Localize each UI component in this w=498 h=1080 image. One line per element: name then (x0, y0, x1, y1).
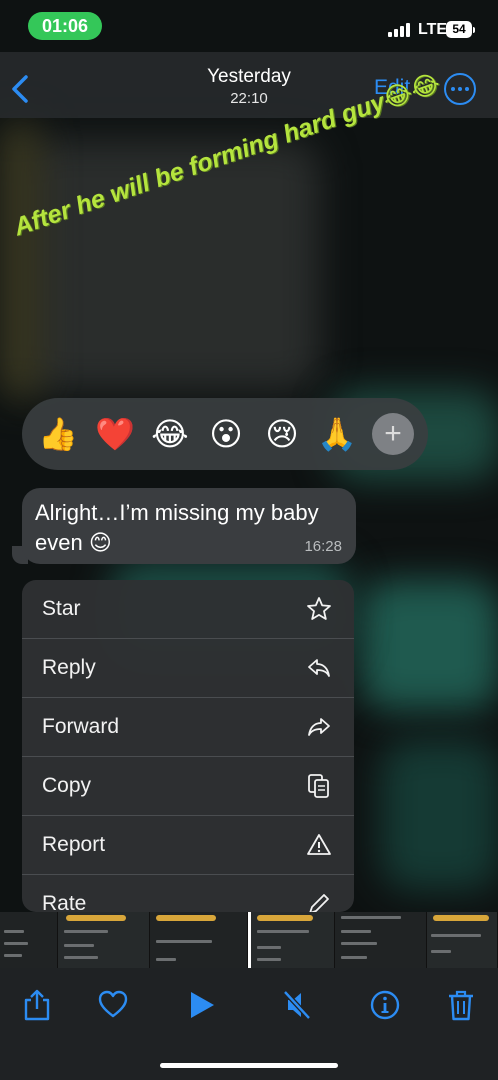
heart-icon[interactable] (97, 988, 129, 1022)
menu-item-reply[interactable]: Reply (22, 639, 354, 698)
signal-icon (388, 23, 412, 37)
menu-item-forward[interactable]: Forward (22, 698, 354, 757)
media-thumbnail[interactable] (335, 912, 427, 968)
reply-icon (308, 659, 330, 677)
menu-item-label: Rate (42, 892, 87, 912)
menu-item-label: Star (42, 597, 81, 620)
media-thumbnail[interactable] (150, 912, 248, 968)
context-menu: Star Reply Forward Copy Report Rate (22, 580, 354, 912)
status-time: 01:06 (28, 12, 102, 40)
reaction-thumbs-up[interactable]: 👍 (38, 415, 78, 453)
media-thumbnail[interactable] (0, 912, 58, 968)
share-icon[interactable] (21, 988, 53, 1022)
menu-item-star[interactable]: Star (22, 580, 354, 639)
warning-triangle-icon (307, 834, 331, 855)
reaction-laugh[interactable]: 😂 (150, 415, 190, 453)
add-reaction-button[interactable]: + (372, 413, 414, 455)
battery-icon: 54 (446, 21, 475, 38)
media-thumbnail[interactable] (427, 912, 498, 968)
network-type: LTE (418, 21, 448, 38)
menu-item-label: Copy (42, 774, 92, 797)
star-icon (307, 597, 331, 620)
message-bubble[interactable]: Alright…I’m missing my baby even 😊 16:28 (22, 488, 356, 564)
menu-item-label: Report (42, 833, 106, 856)
message-time: 16:28 (304, 538, 342, 555)
menu-item-label: Reply (42, 656, 96, 679)
trash-icon[interactable] (445, 988, 477, 1022)
reaction-heart[interactable]: ❤️ (95, 415, 135, 453)
mute-icon[interactable] (281, 988, 313, 1022)
reaction-bar: 👍 ❤️ 😂 😮 😢 🙏 + (22, 398, 428, 470)
reaction-sad[interactable]: 😢 (262, 415, 302, 453)
strip-position-marker (248, 912, 251, 968)
menu-item-label: Forward (42, 715, 120, 738)
media-thumbnail[interactable] (58, 912, 150, 968)
home-indicator (160, 1063, 338, 1068)
copy-icon (308, 774, 329, 798)
media-thumbnail[interactable] (251, 912, 335, 968)
menu-item-copy[interactable]: Copy (22, 757, 354, 816)
status-bar: 01:06 LTE 54 (0, 0, 498, 52)
play-icon[interactable] (186, 988, 218, 1022)
reaction-surprised[interactable]: 😮 (206, 415, 246, 453)
forward-icon (308, 718, 330, 736)
info-icon[interactable] (369, 988, 401, 1022)
message-text: Alright…I’m missing my baby even 😊 (35, 500, 319, 555)
menu-item-report[interactable]: Report (22, 816, 354, 875)
pencil-icon (309, 894, 329, 912)
reaction-pray[interactable]: 🙏 (317, 415, 357, 453)
menu-item-rate[interactable]: Rate (22, 875, 354, 912)
